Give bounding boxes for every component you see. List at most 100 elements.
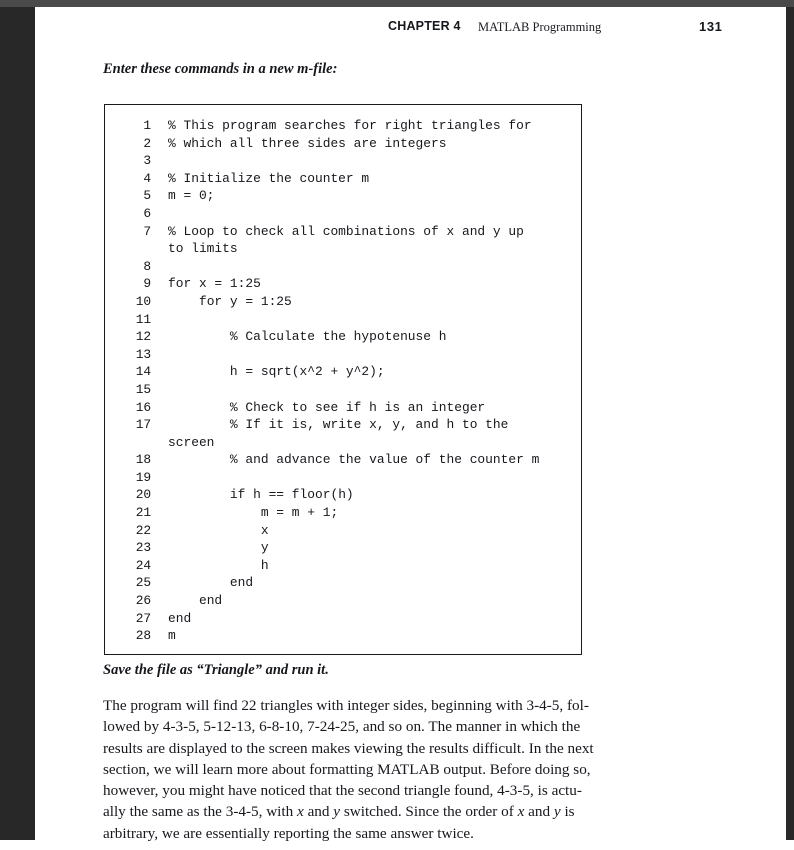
- code-line: 21 m = m + 1;: [105, 504, 581, 522]
- code-line: 17 % If it is, write x, y, and h to the s…: [105, 416, 581, 451]
- code-line: 8: [105, 258, 581, 276]
- code-line-number: 17: [135, 417, 151, 433]
- code-line-text: end: [168, 575, 254, 591]
- text-run: arbitrary, we are essentially reporting …: [103, 824, 474, 842]
- code-line-text: % Loop to check all combinations of x an…: [151, 223, 581, 258]
- paragraph-line: arbitrary, we are essentially reporting …: [103, 823, 587, 844]
- code-line-number: 7: [143, 223, 151, 239]
- text-run: switched. Since the order of: [340, 803, 518, 821]
- code-line: 13: [105, 346, 581, 364]
- code-line: 6: [105, 205, 581, 223]
- code-line: 24 h: [105, 557, 581, 575]
- code-line-text: end: [168, 610, 192, 626]
- running-head-chapter-title: MATLAB Programming: [478, 20, 602, 34]
- code-line-text: % This program searches for right triang…: [168, 118, 532, 133]
- code-line: 25 end: [105, 574, 581, 592]
- paragraph-line: ally the same as the 3-4-5, with x and y…: [103, 801, 587, 822]
- code-listing: 1 % This program searches for right trian…: [105, 117, 581, 645]
- text-run: lowed by 4-3-5, 5-12-13, 6-8-10, 7-24-25…: [103, 718, 581, 736]
- code-line-number: 19: [135, 469, 151, 485]
- code-line-text: h = sqrt(x^2 + y^2);: [168, 364, 385, 380]
- code-line: 23 y: [105, 539, 581, 557]
- code-line-text: m: [168, 628, 176, 644]
- code-line-continuation: to limits: [168, 241, 238, 257]
- text-run: The program will find 22 triangles with …: [103, 697, 589, 714]
- code-line: 9 for x = 1:25: [105, 275, 581, 293]
- code-line-text: end: [168, 593, 223, 609]
- code-line: 1 % This program searches for right trian…: [105, 117, 581, 135]
- text-run: section, we will learn more about format…: [103, 760, 591, 778]
- code-line-number: 21: [135, 505, 151, 521]
- paragraph-line: lowed by 4-3-5, 5-12-13, 6-8-10, 7-24-25…: [103, 716, 587, 737]
- code-line-number: 14: [135, 364, 151, 380]
- code-line: 11: [105, 311, 581, 329]
- code-line-number: 20: [135, 487, 151, 503]
- code-line-number: 9: [143, 276, 151, 292]
- code-line: 5 m = 0;: [105, 187, 581, 205]
- code-line: 14 h = sqrt(x^2 + y^2);: [105, 363, 581, 381]
- text-run: is: [560, 803, 575, 821]
- code-line: 10 for y = 1:25: [105, 293, 581, 311]
- code-line-number: 16: [135, 399, 151, 415]
- text-run: and: [524, 803, 554, 821]
- code-line-number: 1: [143, 118, 151, 133]
- code-line: 4 % Initialize the counter m: [105, 170, 581, 188]
- viewer-right-gutter: [786, 7, 794, 840]
- code-line-number: 13: [135, 346, 151, 362]
- code-line: 26 end: [105, 592, 581, 610]
- document-page: CHAPTER 4 MATLAB Programming 131 Enter t…: [35, 7, 786, 850]
- code-line-text: % Check to see if h is an integer: [168, 399, 486, 415]
- code-line-number: 15: [135, 381, 151, 397]
- text-run: results are displayed to the screen make…: [103, 739, 594, 757]
- code-line-number: 24: [135, 557, 151, 573]
- code-line-number: 23: [135, 540, 151, 556]
- code-line-number: 6: [143, 205, 151, 221]
- math-variable: y: [553, 803, 561, 821]
- code-line: 22 x: [105, 522, 581, 540]
- code-line: 18 % and advance the value of the counte…: [105, 451, 581, 469]
- code-line-number: 8: [143, 258, 151, 274]
- paragraph-line: section, we will learn more about format…: [103, 759, 591, 780]
- code-line-number: 5: [143, 188, 151, 204]
- viewer-left-gutter: [0, 7, 35, 840]
- code-line: 16 % Check to see if h is an integer: [105, 399, 581, 417]
- code-line: 15: [105, 381, 581, 399]
- page-number: 131: [699, 19, 723, 34]
- code-line-number: 12: [135, 329, 151, 345]
- code-line-number: 22: [135, 522, 151, 538]
- text-run: ally the same as the 3-4-5, with: [103, 803, 298, 821]
- code-line-text: m = 0;: [168, 188, 215, 204]
- code-line-number: 4: [143, 170, 151, 186]
- code-line-number: 11: [135, 311, 151, 327]
- code-line-number: 3: [143, 153, 151, 169]
- code-line: 19: [105, 469, 581, 487]
- code-line: 12 % Calculate the hypotenuse h: [105, 328, 581, 346]
- text-run: however, you might have noticed that the…: [103, 782, 582, 800]
- code-line-text: % Calculate the hypotenuse h: [168, 329, 447, 345]
- code-line: 20 if h == floor(h): [105, 486, 581, 504]
- code-line-text: for y = 1:25: [168, 293, 292, 309]
- code-line-text: m = m + 1;: [168, 505, 339, 521]
- body-paragraph: The program will find 22 triangles with …: [103, 695, 594, 844]
- code-line-text: x: [168, 522, 269, 538]
- text-run: and: [303, 803, 334, 821]
- code-line-text: y: [168, 540, 269, 556]
- code-line-number: 26: [135, 593, 151, 609]
- paragraph-line: however, you might have noticed that the…: [103, 780, 587, 801]
- code-line-number: 27: [135, 610, 151, 626]
- code-line: 2 % which all three sides are integers: [105, 135, 581, 153]
- code-line-number: 10: [135, 293, 151, 309]
- code-line: 3: [105, 152, 581, 170]
- code-line-number: 28: [135, 628, 151, 644]
- code-line-text: % and advance the value of the counter m: [168, 452, 540, 468]
- code-line-number: 2: [143, 135, 151, 151]
- paragraph-line: The program will find 22 triangles with …: [103, 695, 589, 716]
- code-caption: Save the file as “Triangle” and run it.: [103, 662, 329, 678]
- code-line: 7% Loop to check all combinations of x a…: [105, 223, 581, 258]
- code-line-text: % which all three sides are integers: [168, 135, 447, 151]
- code-line-number: 18: [135, 452, 151, 468]
- code-line-continuation: screen: [168, 434, 215, 450]
- math-variable: x: [297, 803, 304, 821]
- running-head: CHAPTER 4 MATLAB Programming 131: [35, 19, 751, 41]
- running-head-chapter-label: CHAPTER 4: [388, 19, 461, 33]
